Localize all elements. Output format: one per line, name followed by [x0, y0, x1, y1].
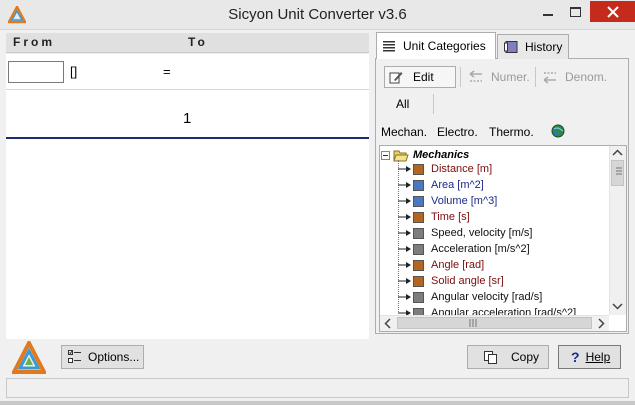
pencil-icon: [389, 72, 403, 84]
arrow-right-icon: [398, 198, 411, 204]
category-electro[interactable]: Electro.: [437, 125, 478, 139]
all-categories-button[interactable]: All: [396, 97, 409, 111]
tree-item[interactable]: Area [m^2]: [395, 177, 484, 193]
tree-item-label: Acceleration [m/s^2]: [431, 243, 530, 255]
value-input[interactable]: [8, 61, 64, 83]
toolbar-divider: [433, 94, 434, 114]
history-icon: [504, 41, 518, 53]
arrow-right-icon: [398, 182, 411, 188]
tab-unit-categories-label: Unit Categories: [403, 39, 486, 53]
tree-item[interactable]: Time [s]: [395, 209, 470, 225]
maximize-icon: [569, 6, 581, 17]
help-button[interactable]: ? Help: [558, 345, 621, 369]
unit-swatch-icon: [413, 291, 424, 303]
status-bar: [6, 378, 629, 398]
arrow-right-icon: [398, 166, 411, 172]
close-icon: [606, 5, 619, 18]
sicyon-logo-icon: [12, 341, 46, 374]
copy-icon: [484, 350, 497, 364]
arrow-right-icon: [398, 294, 411, 300]
result-divider: [6, 137, 369, 139]
converter-area: [6, 54, 369, 339]
numerator-label: Numer.: [491, 70, 530, 84]
tree-item-label: Angle [rad]: [431, 259, 485, 271]
tree-item-label: Solid angle [sr]: [431, 275, 504, 287]
tree-item-label: Distance [m]: [431, 163, 493, 175]
list-icon: [383, 41, 395, 52]
toolbar-divider: [535, 67, 536, 87]
tab-unit-categories[interactable]: Unit Categories: [376, 32, 496, 59]
grip-icon: [616, 167, 622, 175]
scroll-right-icon[interactable]: [596, 318, 606, 329]
denominator-button[interactable]: Denom.: [542, 66, 607, 88]
from-header: From: [13, 35, 55, 49]
edit-label: Edit: [413, 70, 434, 84]
to-header: To: [188, 35, 208, 49]
unit-swatch-icon: [413, 227, 424, 239]
arrow-left-dashed-icon: [543, 72, 556, 84]
copy-button[interactable]: Copy: [467, 345, 549, 369]
minimize-button[interactable]: [535, 1, 561, 22]
result-value: 1: [183, 110, 192, 127]
tree-item-label: Volume [m^3]: [431, 195, 498, 207]
tree-item[interactable]: Angular velocity [rad/s]: [395, 289, 542, 305]
options-icon: [68, 350, 81, 363]
edit-button[interactable]: Edit: [384, 66, 456, 88]
scroll-up-icon[interactable]: [612, 148, 623, 158]
arrow-right-icon: [398, 262, 411, 268]
unit-swatch-icon: [413, 211, 424, 223]
denominator-label: Denom.: [565, 70, 608, 84]
arrow-right-icon: [398, 246, 411, 252]
tree-item-label: Angular velocity [rad/s]: [431, 291, 543, 303]
tab-history[interactable]: History: [497, 34, 569, 59]
globe-icon[interactable]: [551, 124, 565, 138]
equals-sign: =: [163, 64, 171, 79]
scroll-down-icon[interactable]: [612, 301, 623, 311]
tree-horizontal-scroll-thumb[interactable]: [397, 317, 592, 329]
unit-swatch-icon: [413, 243, 424, 255]
tab-history-label: History: [525, 40, 563, 54]
window-bottom-edge: [0, 401, 635, 405]
copy-label: Copy: [511, 350, 540, 364]
row-divider: [6, 89, 369, 90]
help-label: Help: [585, 350, 611, 364]
category-thermo[interactable]: Thermo.: [489, 125, 534, 139]
tree-item[interactable]: Angle [rad]: [395, 257, 484, 273]
from-unit[interactable]: []: [70, 64, 77, 79]
numerator-button[interactable]: Numer.: [468, 66, 530, 88]
scroll-left-icon[interactable]: [383, 318, 393, 329]
close-button[interactable]: [590, 1, 635, 22]
unit-swatch-icon: [413, 179, 424, 191]
toolbar-divider: [460, 67, 461, 87]
folder-open-icon: [393, 150, 409, 161]
tree-item[interactable]: Solid angle [sr]: [395, 273, 504, 289]
tree-item-label: Speed, velocity [m/s]: [431, 227, 533, 239]
grip-icon: [469, 319, 477, 327]
tree-root-label: Mechanics: [413, 149, 470, 161]
options-button[interactable]: Options...: [61, 345, 144, 369]
tree-item-label: Area [m^2]: [431, 179, 484, 191]
collapse-icon: [381, 150, 390, 160]
arrow-left-icon: [469, 70, 482, 82]
tree-item[interactable]: Volume [m^3]: [395, 193, 497, 209]
unit-swatch-icon: [413, 275, 424, 287]
arrow-right-icon: [398, 214, 411, 220]
maximize-button[interactable]: [562, 1, 588, 22]
question-icon: ?: [571, 349, 580, 365]
options-label: Options...: [88, 350, 140, 364]
arrow-right-icon: [398, 278, 411, 284]
tree-item[interactable]: Speed, velocity [m/s]: [395, 225, 533, 241]
minimize-icon: [543, 13, 553, 16]
arrow-right-icon: [398, 230, 411, 236]
category-mechanics[interactable]: Mechan.: [381, 125, 427, 139]
tree-item-label: Time [s]: [431, 211, 470, 223]
unit-swatch-icon: [413, 259, 424, 271]
unit-swatch-icon: [413, 163, 424, 175]
tree-item[interactable]: Distance [m]: [395, 161, 492, 177]
tree-item[interactable]: Acceleration [m/s^2]: [395, 241, 530, 257]
unit-swatch-icon: [413, 195, 424, 207]
